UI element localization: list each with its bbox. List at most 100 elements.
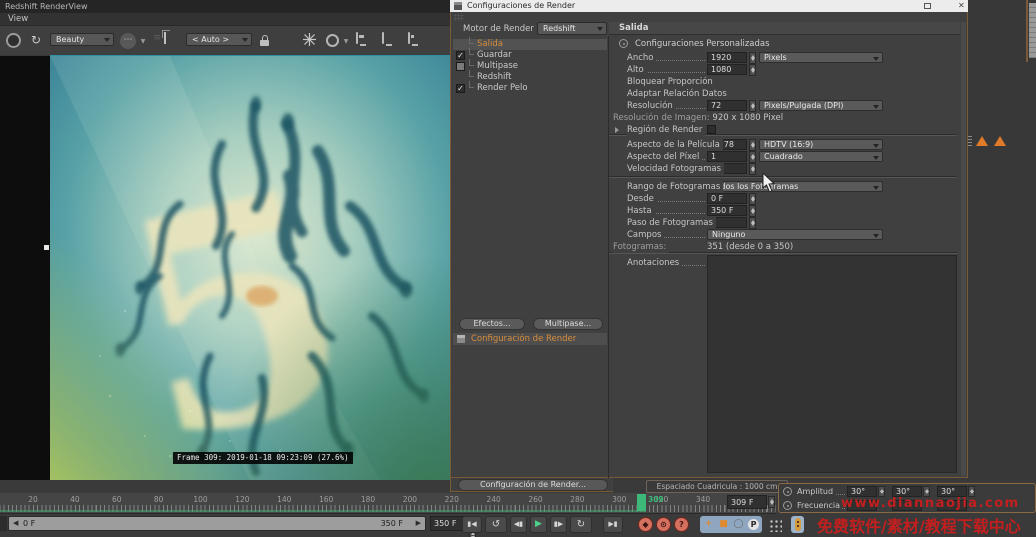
render-settings-item[interactable]: Configuración de Render	[453, 333, 607, 345]
from-frame-input[interactable]: 0 F	[707, 193, 747, 204]
color-circle-icon[interactable]	[326, 34, 339, 47]
tree-item-salida[interactable]: Salida	[453, 39, 607, 50]
previous-frame-button[interactable]: ◀▮	[510, 516, 527, 533]
tree-item-redshift[interactable]: Redshift	[453, 72, 607, 83]
display-monitor2-icon[interactable]	[382, 33, 384, 49]
attribute-circle-icon[interactable]	[783, 501, 792, 510]
to-frame-spinner[interactable]	[749, 205, 756, 217]
play-reverse-button[interactable]: ↺	[485, 516, 507, 533]
playhead-marker[interactable]	[637, 494, 646, 511]
dots-menu-chevron-icon[interactable]: ▼	[139, 33, 147, 49]
annotations-textarea[interactable]	[707, 255, 957, 473]
resolution-spinner[interactable]	[749, 100, 756, 112]
tree-item-multipase[interactable]: Multipase	[453, 61, 607, 72]
row-rango: Rango de Fotogramas Todos los Fotogramas	[609, 181, 959, 193]
current-frame-field[interactable]: 309 F	[727, 495, 767, 509]
keyframe-bar-icon[interactable]	[791, 516, 804, 533]
warning-icon[interactable]	[994, 136, 1006, 146]
resolution-input[interactable]: 72	[707, 100, 747, 111]
width-spinner[interactable]	[749, 52, 756, 64]
snowflake-icon[interactable]	[302, 33, 316, 49]
frame-step-spinner[interactable]	[749, 217, 756, 229]
frame-rate-spinner[interactable]	[749, 163, 756, 175]
play-button[interactable]: ▶	[530, 516, 547, 533]
dialog-scrollbar[interactable]	[961, 22, 966, 476]
chevron-down-icon	[873, 156, 879, 160]
to-frame-input[interactable]: 350 F	[707, 205, 747, 216]
attribute-circle-icon[interactable]	[619, 39, 628, 48]
field-label: Aspecto del Píxel	[627, 151, 702, 163]
current-frame-spinner[interactable]	[768, 496, 775, 508]
goto-start-button[interactable]: ▮◀	[462, 516, 482, 533]
loop-button[interactable]: ↻	[570, 516, 592, 533]
effects-button[interactable]: Efectos...	[459, 318, 525, 330]
record-channel-group: + ■ ◯ P	[700, 516, 762, 533]
pixel-aspect-spinner[interactable]	[749, 151, 756, 163]
rendered-image: 5	[50, 56, 450, 480]
width-input[interactable]: 1920	[707, 52, 747, 63]
dropdown-value: Pixels	[764, 53, 787, 62]
multipass-button[interactable]: Multipase...	[533, 318, 603, 330]
render-engine-dropdown[interactable]: Redshift	[537, 22, 607, 35]
display-monitor3-icon[interactable]	[408, 33, 410, 49]
pixel-aspect-input[interactable]: 1	[707, 151, 747, 162]
tree-checkbox[interactable]	[456, 62, 465, 71]
dots-menu-icon[interactable]: ⋯	[120, 33, 136, 49]
keyframe-selection-button[interactable]: ?	[674, 517, 689, 532]
point-level-animation-icon[interactable]	[768, 518, 782, 532]
render-settings-button[interactable]: Configuración de Render...	[458, 479, 608, 491]
dialog-title: Configuraciones de Render	[467, 0, 575, 12]
tree-checkbox[interactable]: ✓	[456, 84, 465, 93]
snapshot-auto-dropdown[interactable]: < Auto >	[186, 33, 252, 46]
record-parameter-toggle[interactable]: P	[748, 519, 759, 530]
dropdown-value: Ninguno	[712, 230, 745, 239]
tree-item-render-pelo[interactable]: ✓ Render Pelo	[453, 83, 607, 94]
film-aspect-dropdown[interactable]: HDTV (16:9)	[759, 139, 883, 150]
expander-icon[interactable]	[615, 127, 619, 133]
attribute-circle-icon[interactable]	[783, 487, 792, 496]
maximize-icon[interactable]	[924, 3, 931, 9]
tree-twig	[469, 37, 474, 44]
width-unit-dropdown[interactable]: Pixels	[759, 52, 883, 63]
display-monitor-icon[interactable]	[356, 33, 358, 49]
menu-view[interactable]: View	[0, 13, 36, 26]
height-input[interactable]: 1080	[707, 64, 747, 75]
tree-item-guardar[interactable]: ✓ Guardar	[453, 50, 607, 61]
scrollbar[interactable]	[1029, 3, 1036, 58]
close-icon[interactable]: ✕	[958, 0, 965, 12]
goto-end-button[interactable]: ▶▮	[603, 516, 623, 533]
tree-checkbox[interactable]: ✓	[456, 51, 465, 60]
record-position-toggle[interactable]: +	[702, 518, 715, 531]
record-scale-toggle[interactable]: ■	[717, 518, 730, 531]
render-region-checkbox[interactable]	[707, 125, 716, 134]
field-label: Campos	[627, 229, 664, 241]
splitter-handle[interactable]	[44, 245, 49, 250]
preview-range-line	[0, 510, 646, 512]
color-chevron-icon[interactable]: ▼	[342, 33, 350, 49]
ruler-tick-label: 280	[570, 495, 584, 504]
warning-icon[interactable]	[976, 136, 988, 146]
crop-region-icon[interactable]	[164, 33, 166, 49]
film-aspect-spinner[interactable]	[749, 139, 756, 151]
range-left-handle-icon[interactable]: ◀	[13, 517, 18, 530]
autokey-button[interactable]: ⊙	[656, 517, 671, 532]
render-start-icon[interactable]	[6, 33, 21, 48]
height-spinner[interactable]	[749, 64, 756, 76]
resolution-unit-dropdown[interactable]: Pixels/Pulgada (DPI)	[759, 100, 883, 111]
lock-icon[interactable]	[258, 33, 272, 49]
fields-dropdown[interactable]: Ninguno	[707, 229, 883, 240]
refresh-icon[interactable]: ↻	[28, 33, 44, 49]
frame-range-dropdown[interactable]: Todos los Fotogramas	[707, 181, 883, 192]
range-slider-button[interactable]	[0, 516, 7, 531]
dialog-titlebar[interactable]: Configuraciones de Render ✕	[450, 0, 968, 12]
record-rotation-toggle[interactable]: ◯	[732, 518, 745, 531]
range-right-handle-icon[interactable]: ▶	[416, 517, 421, 530]
pixel-aspect-dropdown[interactable]: Cuadrado	[759, 151, 883, 162]
record-keyframe-button[interactable]: ◆	[638, 517, 653, 532]
range-slider[interactable]: ◀ 0 F 350 F ▶	[8, 516, 426, 531]
range-start-label: 0 F	[23, 517, 35, 530]
from-frame-spinner[interactable]	[749, 193, 756, 205]
render-viewport[interactable]: 5	[50, 56, 450, 480]
next-frame-button[interactable]: ▮▶	[550, 516, 567, 533]
aov-beauty-dropdown[interactable]: Beauty	[50, 33, 114, 46]
